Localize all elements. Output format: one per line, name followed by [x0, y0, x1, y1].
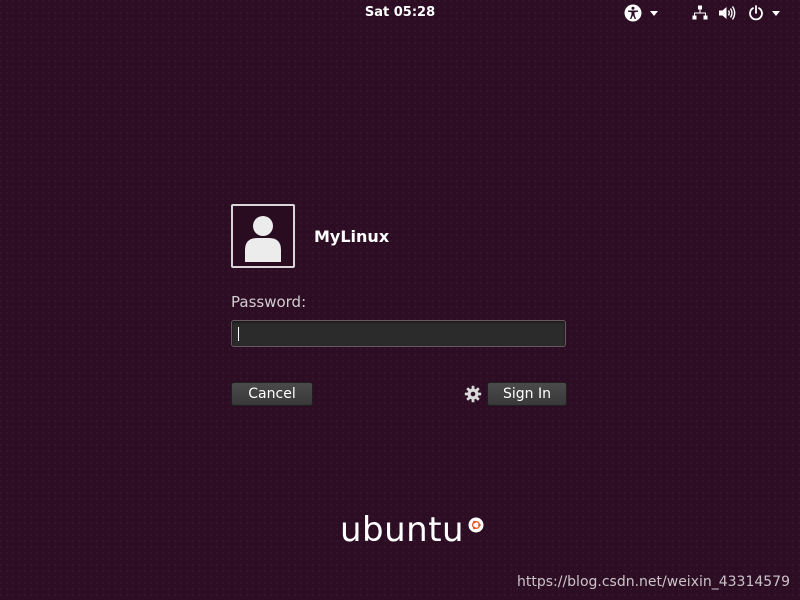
ubuntu-logo: ubuntu — [340, 508, 484, 552]
chevron-down-icon — [650, 10, 658, 16]
text-cursor — [238, 327, 239, 341]
clock[interactable]: Sat 05:28 — [0, 5, 800, 20]
password-input[interactable] — [231, 320, 566, 347]
gear-icon — [464, 385, 482, 403]
password-label: Password: — [231, 293, 307, 311]
circle-of-friends-icon — [468, 517, 484, 533]
power-icon — [749, 5, 763, 21]
accessibility-menu[interactable] — [624, 4, 658, 22]
network-indicator[interactable] — [692, 4, 708, 22]
login-panel: MyLinux Password: Cancel Sign In — [231, 204, 568, 408]
cancel-button[interactable]: Cancel — [231, 382, 313, 406]
chevron-down-icon — [772, 10, 780, 16]
volume-indicator[interactable] — [718, 4, 736, 22]
power-menu[interactable] — [748, 4, 780, 22]
top-bar: Sat 05:28 — [0, 0, 800, 26]
username-label: MyLinux — [314, 227, 390, 246]
accessibility-icon — [624, 4, 642, 22]
user-icon — [245, 216, 281, 262]
session-settings[interactable] — [464, 385, 482, 407]
volume-icon — [719, 6, 736, 20]
avatar — [231, 204, 295, 268]
sign-in-button[interactable]: Sign In — [487, 382, 567, 406]
ubuntu-logo-text: ubuntu — [340, 510, 465, 550]
watermark-text: https://blog.csdn.net/weixin_43314579 — [516, 574, 790, 590]
network-icon — [692, 5, 708, 20]
